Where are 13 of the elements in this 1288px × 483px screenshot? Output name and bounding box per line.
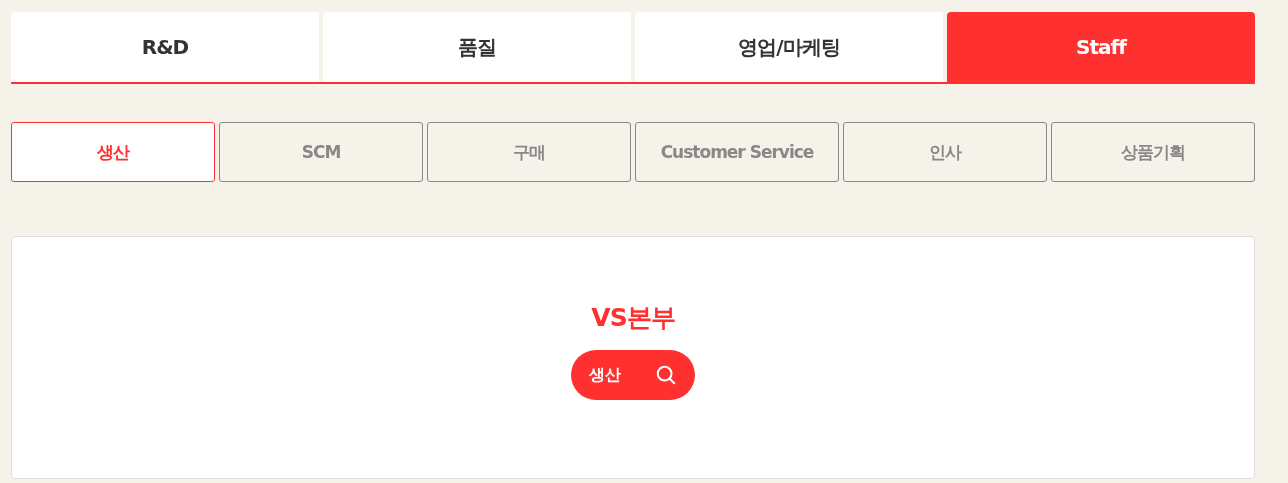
department-tab[interactable]: 인사: [843, 122, 1047, 182]
department-tab[interactable]: 구매: [427, 122, 631, 182]
card-title: VS본부: [591, 302, 675, 334]
department-tab[interactable]: 생산: [11, 122, 215, 182]
category-tab[interactable]: 영업/마케팅: [635, 12, 943, 82]
department-tab[interactable]: Customer Service: [635, 122, 839, 182]
search-button[interactable]: 생산: [571, 350, 695, 400]
category-tab[interactable]: R&D: [11, 12, 319, 82]
category-tab[interactable]: Staff: [947, 12, 1255, 82]
category-tab[interactable]: 품질: [323, 12, 631, 82]
department-tab[interactable]: 상품기획: [1051, 122, 1255, 182]
department-tab[interactable]: SCM: [219, 122, 423, 182]
search-icon: [655, 364, 677, 386]
